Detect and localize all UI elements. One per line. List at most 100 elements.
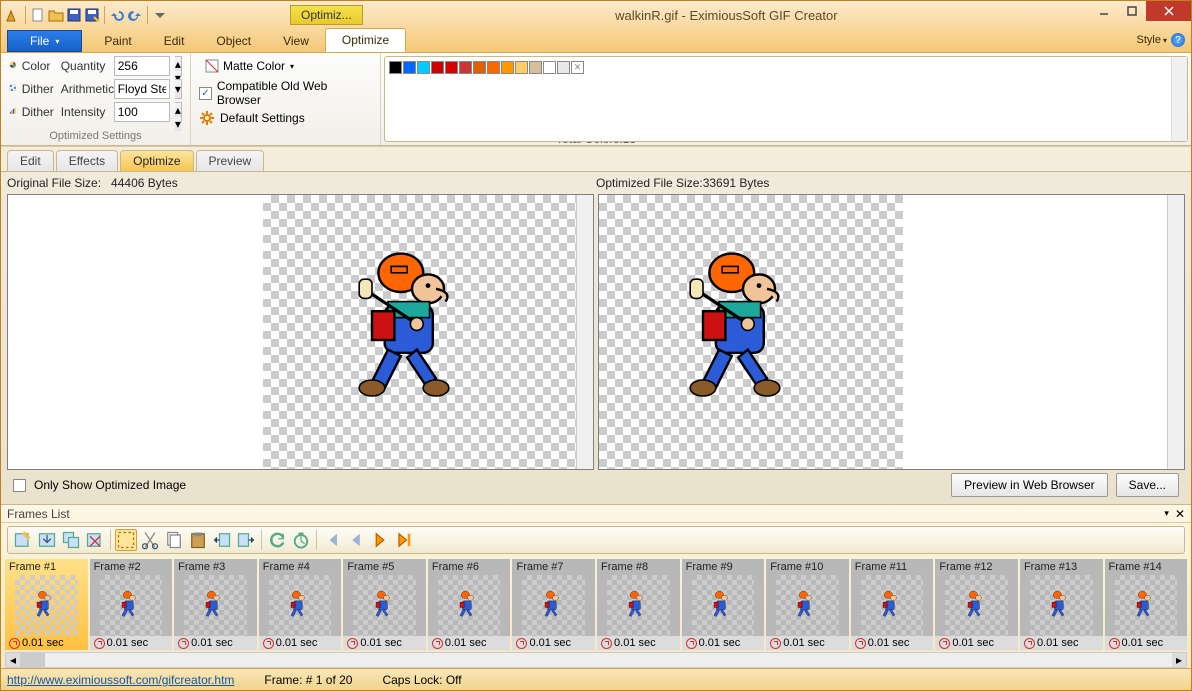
defaults-button[interactable]: Default Settings — [220, 111, 305, 125]
quantity-spinner[interactable]: ▴▾ — [175, 56, 182, 76]
frame-thumbnail — [861, 575, 924, 636]
optimized-scrollbar[interactable] — [1167, 195, 1184, 469]
arithmetic-dropdown[interactable]: ▾ — [175, 79, 182, 99]
save-as-icon[interactable] — [84, 7, 100, 23]
arithmetic-select[interactable] — [114, 79, 170, 99]
quantity-input[interactable] — [114, 56, 170, 76]
scroll-left-icon[interactable]: ◂ — [6, 653, 20, 667]
cut-icon[interactable] — [139, 529, 161, 551]
status-url-link[interactable]: http://www.eximioussoft.com/gifcreator.h… — [7, 673, 234, 687]
import-frame-icon[interactable] — [36, 529, 58, 551]
copy-icon[interactable] — [163, 529, 185, 551]
open-icon[interactable] — [48, 7, 64, 23]
frame-label: Frame #8 — [597, 559, 680, 575]
new-icon[interactable] — [30, 7, 46, 23]
compat-checkbox[interactable] — [199, 87, 212, 100]
frame-label: Frame #1 — [5, 559, 88, 575]
new-frame-icon[interactable] — [12, 529, 34, 551]
subtab-edit[interactable]: Edit — [7, 150, 54, 171]
subtab-optimize[interactable]: Optimize — [120, 150, 193, 171]
move-left-icon[interactable] — [211, 529, 233, 551]
color-swatch[interactable] — [529, 61, 542, 74]
qat-customize-icon[interactable] — [152, 7, 168, 23]
color-swatch[interactable] — [515, 61, 528, 74]
palette-scrollbar[interactable] — [1171, 57, 1187, 141]
intensity-input[interactable] — [114, 102, 170, 122]
frame-item[interactable]: Frame #100.01 sec — [766, 559, 849, 650]
optimized-canvas[interactable] — [599, 195, 903, 469]
frame-item[interactable]: Frame #90.01 sec — [682, 559, 765, 650]
save-icon[interactable] — [66, 7, 82, 23]
color-swatch[interactable] — [487, 61, 500, 74]
frame-item[interactable]: Frame #30.01 sec — [174, 559, 257, 650]
tab-optimize[interactable]: Optimize — [325, 28, 406, 52]
color-swatch[interactable] — [445, 61, 458, 74]
frame-item[interactable]: Frame #10.01 sec — [5, 559, 88, 650]
original-scrollbar[interactable] — [576, 195, 593, 469]
style-menu[interactable]: Style▾ — [1137, 34, 1167, 46]
color-swatch[interactable] — [417, 61, 430, 74]
character-illustration — [671, 242, 831, 422]
undo-icon[interactable] — [109, 7, 125, 23]
frame-item[interactable]: Frame #110.01 sec — [851, 559, 934, 650]
no-color-swatch[interactable]: ✕ — [571, 61, 584, 74]
color-swatch[interactable] — [543, 61, 556, 74]
contextual-tab[interactable]: Optimiz... — [290, 5, 363, 25]
sub-tabs: Edit Effects Optimize Preview — [1, 146, 1191, 172]
frames-menu-icon[interactable]: ▾ — [1164, 508, 1169, 519]
frame-item[interactable]: Frame #140.01 sec — [1105, 559, 1188, 650]
color-swatch[interactable] — [557, 61, 570, 74]
color-swatch[interactable] — [389, 61, 402, 74]
next-frame-icon[interactable] — [369, 529, 391, 551]
subtab-preview[interactable]: Preview — [196, 150, 265, 171]
delete-frame-icon[interactable] — [84, 529, 106, 551]
frame-item[interactable]: Frame #120.01 sec — [935, 559, 1018, 650]
frame-item[interactable]: Frame #80.01 sec — [597, 559, 680, 650]
color-swatch[interactable] — [473, 61, 486, 74]
app-icon[interactable] — [5, 7, 21, 23]
preview-browser-button[interactable]: Preview in Web Browser — [951, 473, 1108, 497]
first-frame-icon[interactable] — [321, 529, 343, 551]
minimize-button[interactable] — [1090, 1, 1118, 21]
timing-icon[interactable] — [290, 529, 312, 551]
select-all-icon[interactable] — [115, 529, 137, 551]
frames-close-icon[interactable]: ✕ — [1175, 507, 1185, 521]
frame-item[interactable]: Frame #130.01 sec — [1020, 559, 1103, 650]
help-icon[interactable]: ? — [1171, 33, 1185, 47]
clock-icon — [516, 638, 527, 649]
color-swatch[interactable] — [459, 61, 472, 74]
tab-edit[interactable]: Edit — [148, 30, 201, 52]
matte-color-dropdown[interactable]: Matte Color▾ — [199, 56, 299, 76]
scroll-thumb[interactable] — [20, 653, 45, 667]
color-swatch[interactable] — [501, 61, 514, 74]
duplicate-frame-icon[interactable] — [60, 529, 82, 551]
tab-paint[interactable]: Paint — [88, 30, 147, 52]
intensity-spinner[interactable]: ▴▾ — [175, 102, 182, 122]
color-swatch[interactable] — [403, 61, 416, 74]
frame-thumbnail — [945, 575, 1008, 636]
frame-item[interactable]: Frame #70.01 sec — [512, 559, 595, 650]
frame-thumbnail — [184, 575, 247, 636]
scroll-right-icon[interactable]: ▸ — [1172, 653, 1186, 667]
move-right-icon[interactable] — [235, 529, 257, 551]
tab-view[interactable]: View — [267, 30, 325, 52]
maximize-button[interactable] — [1118, 1, 1146, 21]
file-menu[interactable]: File▾ — [7, 30, 82, 52]
frame-item[interactable]: Frame #20.01 sec — [90, 559, 173, 650]
tab-object[interactable]: Object — [200, 30, 267, 52]
color-swatch[interactable] — [431, 61, 444, 74]
close-button[interactable] — [1146, 1, 1191, 21]
save-button[interactable]: Save... — [1116, 473, 1179, 497]
only-show-checkbox[interactable] — [13, 479, 26, 492]
frames-hscrollbar[interactable]: ◂ ▸ — [5, 652, 1187, 668]
original-canvas[interactable] — [263, 195, 576, 469]
prev-frame-icon[interactable] — [345, 529, 367, 551]
last-frame-icon[interactable] — [393, 529, 415, 551]
paste-icon[interactable] — [187, 529, 209, 551]
redo-icon[interactable] — [127, 7, 143, 23]
frame-item[interactable]: Frame #50.01 sec — [343, 559, 426, 650]
reverse-icon[interactable] — [266, 529, 288, 551]
subtab-effects[interactable]: Effects — [56, 150, 118, 171]
frame-item[interactable]: Frame #40.01 sec — [259, 559, 342, 650]
frame-item[interactable]: Frame #60.01 sec — [428, 559, 511, 650]
